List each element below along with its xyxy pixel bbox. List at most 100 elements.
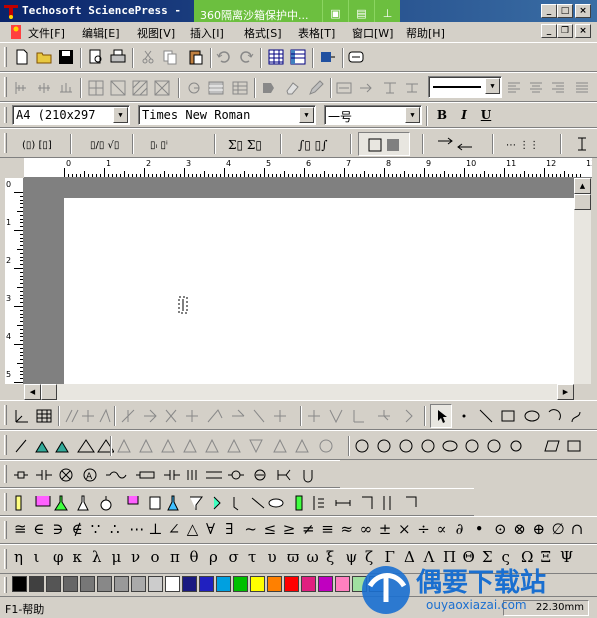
- scroll-right-button[interactable]: ▶: [557, 384, 574, 400]
- geometry-construction-icons[interactable]: [14, 438, 114, 454]
- open-folder-icon[interactable]: [36, 49, 52, 65]
- symbol-button[interactable]: ⋯: [129, 519, 144, 539]
- paper-size-select[interactable]: A4 (210x297 ▼: [12, 105, 130, 125]
- toolbar-grip[interactable]: [4, 77, 7, 97]
- redo-icon[interactable]: [238, 49, 254, 65]
- rectangle-tool-icon[interactable]: [500, 408, 516, 424]
- bond-tool-icon[interactable]: [382, 80, 398, 96]
- scroll-thumb[interactable]: [574, 194, 591, 210]
- symbol-button[interactable]: ⊥: [148, 519, 162, 539]
- symbol-button[interactable]: ∃: [225, 519, 233, 539]
- line-tool-icon[interactable]: [478, 408, 494, 424]
- symbol-button[interactable]: ξ: [326, 547, 334, 567]
- font-size-select[interactable]: 一号 ▼: [324, 105, 422, 125]
- symbol-button[interactable]: θ: [190, 547, 199, 567]
- diagonal-grid-icon[interactable]: [110, 80, 126, 96]
- color-swatch[interactable]: [318, 576, 333, 592]
- toolbar-grip[interactable]: [4, 107, 7, 123]
- symbol-button[interactable]: ∋: [52, 519, 63, 539]
- symbol-button[interactable]: ∝: [436, 519, 446, 539]
- bracket-template-icon[interactable]: [574, 136, 590, 152]
- fill-color-icon[interactable]: [260, 80, 276, 96]
- color-swatch[interactable]: [284, 576, 299, 592]
- pen-icon[interactable]: [308, 80, 324, 96]
- circuit-symbol-icons[interactable]: A: [12, 467, 332, 483]
- chevron-down-icon[interactable]: ▼: [485, 78, 500, 94]
- select-tool-button[interactable]: [430, 404, 452, 428]
- connector-tool-icon[interactable]: [404, 80, 420, 96]
- symbol-button[interactable]: ×: [398, 519, 411, 539]
- symbol-button[interactable]: ≈: [340, 519, 353, 539]
- color-swatch[interactable]: [216, 576, 231, 592]
- rectangle-frame-icon[interactable]: [566, 438, 582, 454]
- fraction-root-icon[interactable]: ▯/▯ √▯: [90, 136, 124, 152]
- symbol-button[interactable]: η: [14, 547, 23, 567]
- symbol-button[interactable]: ∠: [168, 519, 181, 539]
- symbol-button[interactable]: ϖ: [287, 547, 299, 567]
- fill-pattern-icon[interactable]: [208, 80, 224, 96]
- menu-format[interactable]: 格式[S]: [244, 25, 282, 41]
- symbol-button[interactable]: σ: [229, 547, 239, 567]
- symbol-button[interactable]: ∞: [360, 519, 373, 539]
- rotate-shape-icon[interactable]: [186, 80, 202, 96]
- color-swatch[interactable]: [165, 576, 180, 592]
- color-swatch[interactable]: [148, 576, 163, 592]
- chevron-down-icon[interactable]: ▼: [299, 107, 314, 123]
- table-style-icon[interactable]: [232, 80, 248, 96]
- crystal-tools-icons[interactable]: [306, 408, 422, 424]
- new-file-icon[interactable]: [14, 49, 30, 65]
- symbol-button[interactable]: △: [187, 519, 199, 539]
- symbol-button[interactable]: κ: [73, 547, 82, 567]
- align-center-shapes-icon[interactable]: [36, 80, 52, 96]
- color-swatch[interactable]: [335, 576, 350, 592]
- symbol-button[interactable]: φ: [53, 547, 64, 567]
- insert-table-icon[interactable]: [268, 49, 284, 65]
- symbol-button[interactable]: ⊙: [494, 519, 507, 539]
- menu-table[interactable]: 表格[T]: [298, 25, 335, 41]
- formula-box-icon[interactable]: [348, 49, 364, 65]
- align-right-icon[interactable]: [550, 80, 566, 96]
- color-swatch[interactable]: [233, 576, 248, 592]
- document-page[interactable]: [64, 198, 574, 384]
- symbol-button[interactable]: π: [170, 547, 180, 567]
- parallelogram-tool-icon[interactable]: [544, 438, 560, 454]
- color-swatch[interactable]: [182, 576, 197, 592]
- maximize-button[interactable]: □: [557, 4, 573, 18]
- distribute-shapes-icon[interactable]: [58, 80, 74, 96]
- color-swatch[interactable]: [114, 576, 129, 592]
- axis-tool-icon[interactable]: [14, 408, 30, 424]
- symbol-button[interactable]: μ: [112, 547, 122, 567]
- italic-button[interactable]: I: [454, 106, 474, 124]
- color-swatch[interactable]: [80, 576, 95, 592]
- arrow-template-icon[interactable]: [436, 136, 476, 152]
- symbol-button[interactable]: ≥: [283, 519, 296, 539]
- table-grid-icon[interactable]: [36, 408, 52, 424]
- toolbar-grip[interactable]: [4, 549, 7, 569]
- toolbar-grip[interactable]: [4, 577, 7, 593]
- symbol-button[interactable]: •: [475, 519, 484, 539]
- symbol-button[interactable]: ±: [379, 519, 392, 539]
- symbol-button[interactable]: ω: [307, 547, 319, 567]
- undo-icon[interactable]: [216, 49, 232, 65]
- integral-template-icon[interactable]: ∫▯ ▯∫: [298, 136, 338, 152]
- symbol-button[interactable]: ≠: [302, 519, 315, 539]
- symbol-button[interactable]: ∀: [206, 519, 215, 539]
- justify-icon[interactable]: [574, 80, 590, 96]
- color-swatch[interactable]: [199, 576, 214, 592]
- eraser-icon[interactable]: [284, 80, 300, 96]
- lab-equipment-icons[interactable]: [12, 494, 468, 512]
- horizontal-scrollbar[interactable]: ◀ ▶: [24, 384, 574, 400]
- symbol-button[interactable]: ν: [131, 547, 140, 567]
- symbol-button[interactable]: ∂: [456, 519, 464, 539]
- symbol-button[interactable]: ≤: [264, 519, 277, 539]
- symbol-button[interactable]: ∵: [91, 519, 101, 539]
- scroll-left-button[interactable]: ◀: [24, 384, 41, 400]
- arrow-style-icon[interactable]: [358, 80, 374, 96]
- symbol-button[interactable]: ρ: [209, 547, 218, 567]
- symbol-button[interactable]: ≡: [321, 519, 334, 539]
- menu-view[interactable]: 视图[V]: [137, 25, 175, 41]
- symbol-button[interactable]: ⊕: [532, 519, 545, 539]
- symbol-button[interactable]: τ: [248, 547, 256, 567]
- symbol-button[interactable]: ~: [244, 519, 257, 539]
- minimize-button[interactable]: _: [541, 4, 557, 18]
